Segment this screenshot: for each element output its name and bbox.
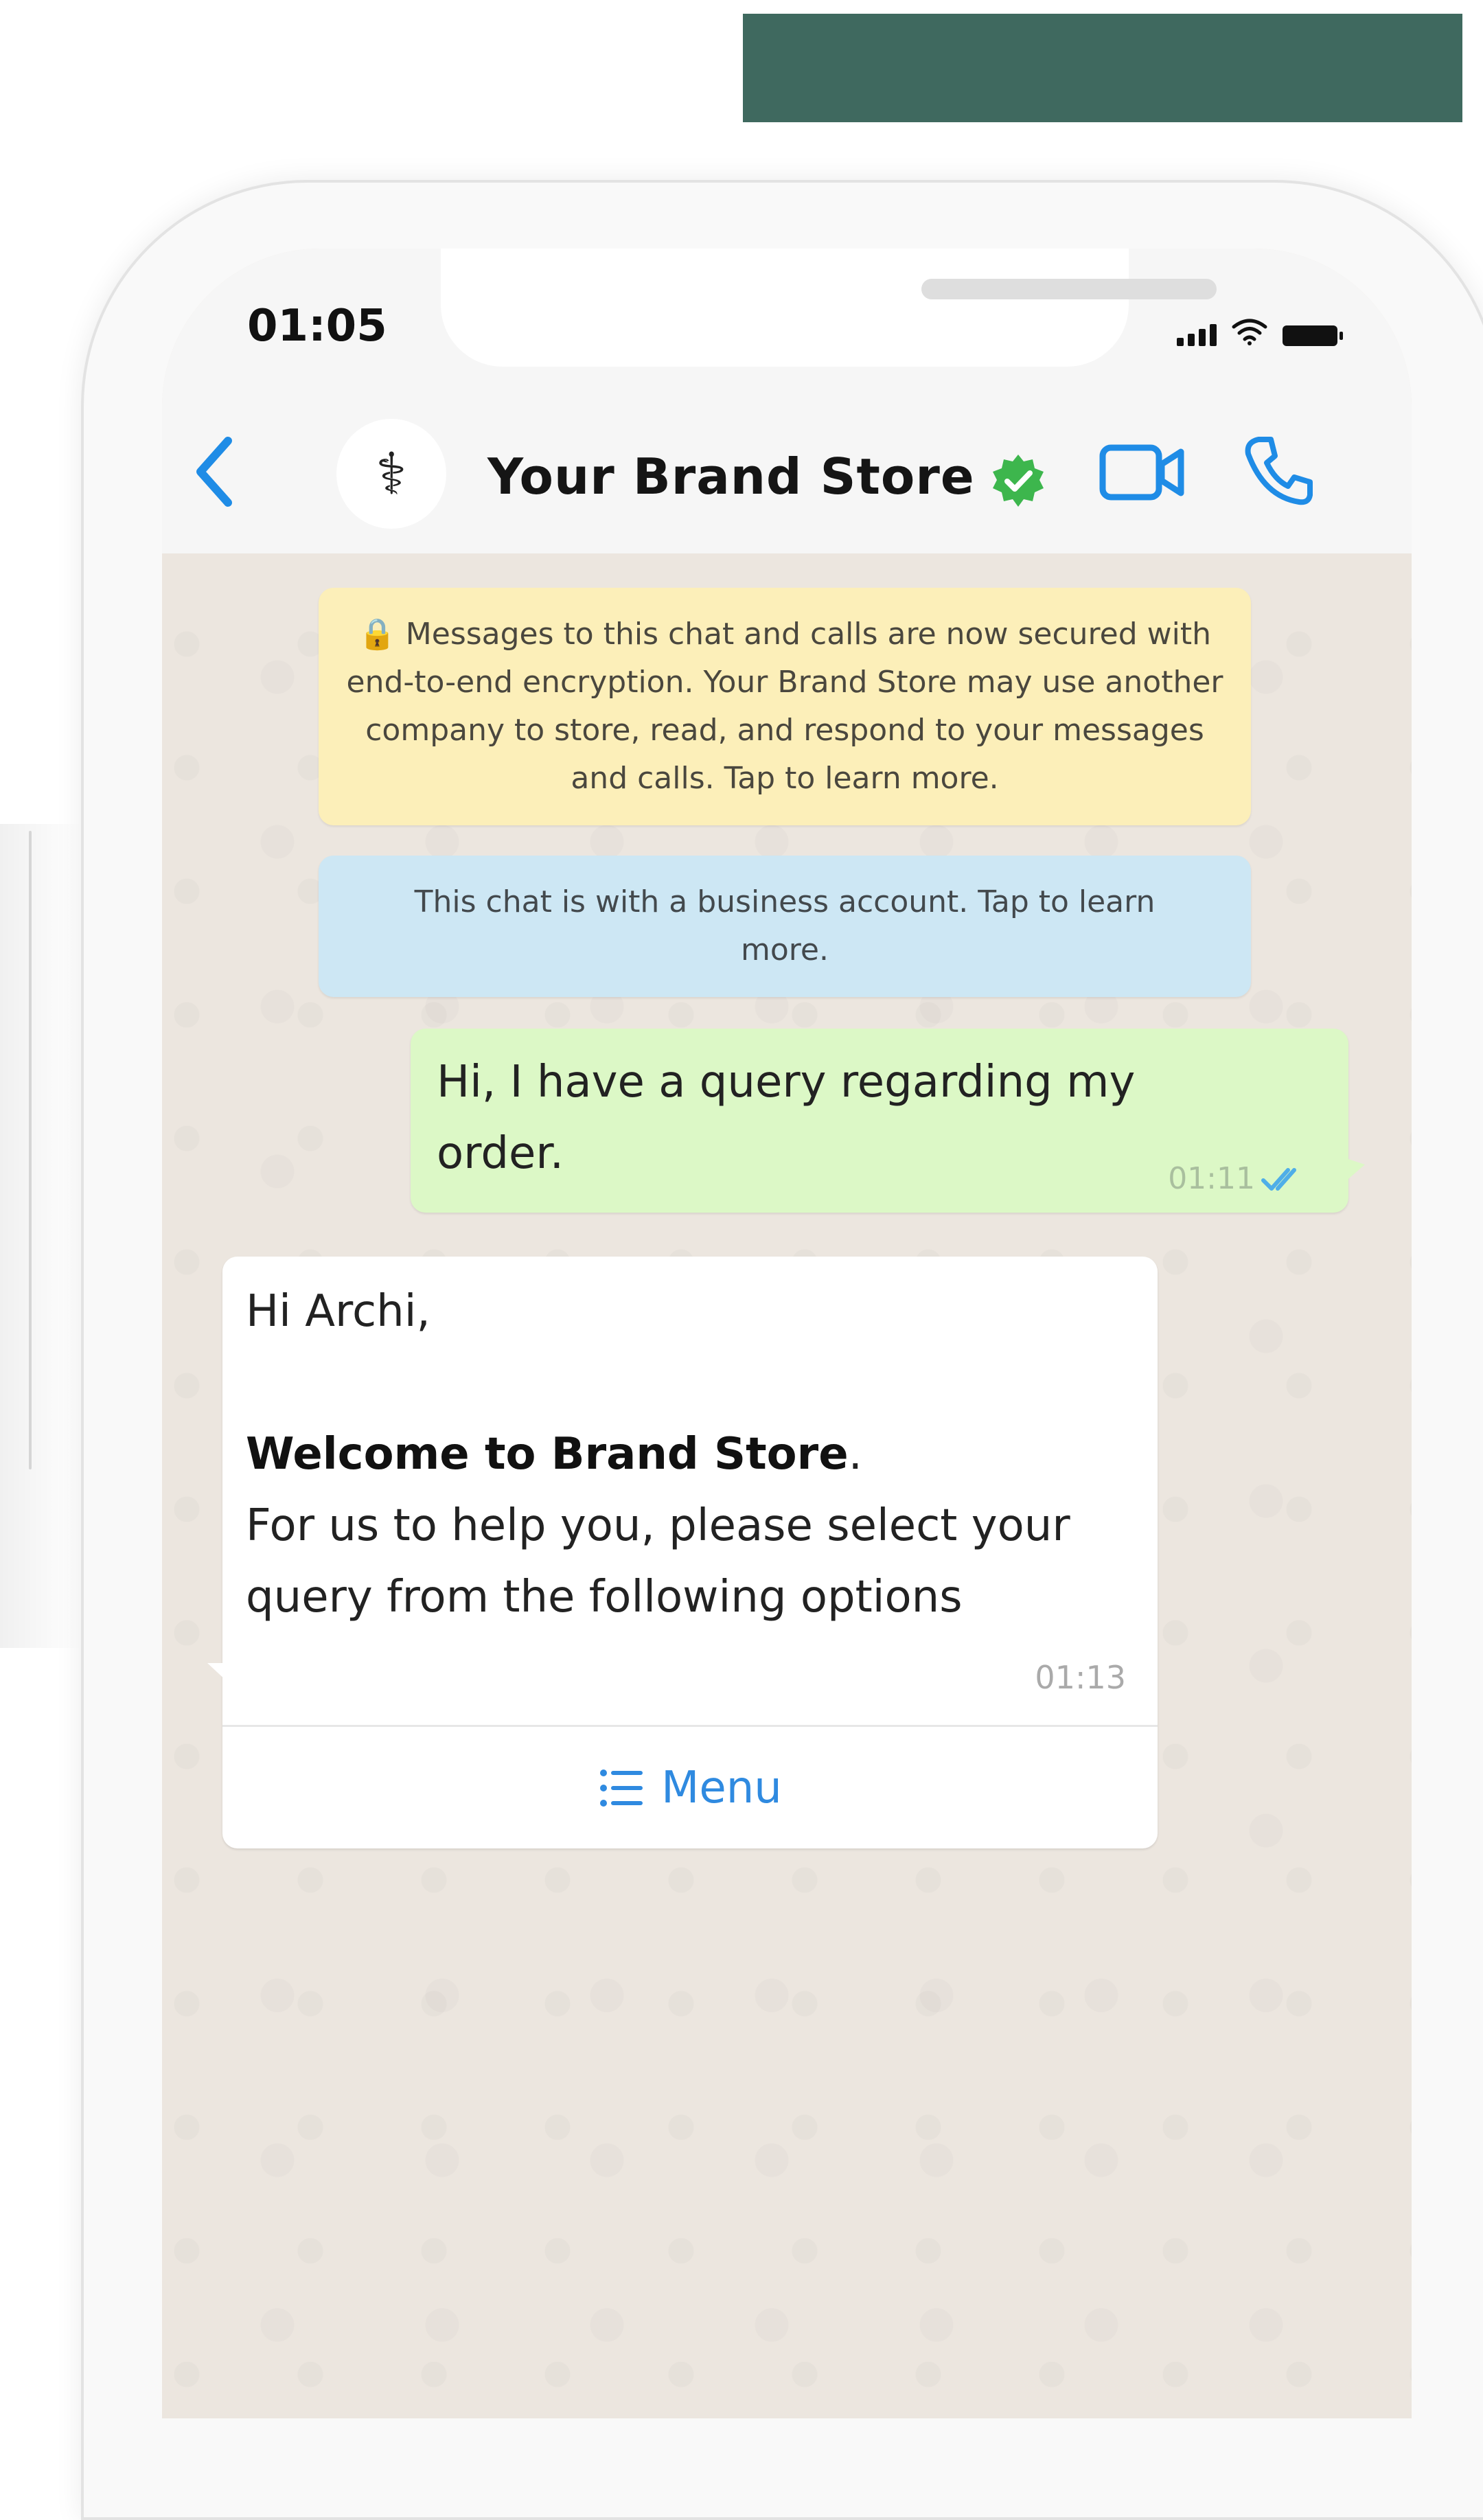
speaker — [921, 279, 1217, 299]
incoming-message[interactable]: Hi Archi, Welcome to Brand Store. For us… — [207, 1257, 1158, 1848]
verified-badge-icon — [993, 455, 1044, 507]
welcome-period: . — [848, 1429, 862, 1480]
incoming-greeting: Hi Archi, — [246, 1286, 430, 1337]
outgoing-message-meta: 01:11 — [1168, 1161, 1309, 1196]
status-time: 01:05 — [247, 301, 387, 352]
menu-button[interactable]: Menu — [222, 1728, 1158, 1848]
contact-name[interactable]: Your Brand Store — [487, 448, 975, 505]
outgoing-message[interactable]: Hi, I have a query regarding my order. 0… — [411, 1029, 1365, 1213]
side-shadow — [0, 824, 82, 1648]
double-check-icon — [1261, 1167, 1296, 1191]
incoming-body: For us to help you, please select your q… — [246, 1500, 1070, 1623]
side-edge — [29, 831, 32, 1469]
phone-notch — [441, 249, 1217, 367]
encryption-notice-text: 🔒 Messages to this chat and calls are no… — [346, 617, 1223, 796]
business-account-notice[interactable]: This chat is with a business account. Ta… — [319, 856, 1251, 997]
brand-logo-icon[interactable]: ⚕ — [336, 419, 446, 529]
encryption-notice[interactable]: 🔒 Messages to this chat and calls are no… — [319, 588, 1251, 825]
incoming-message-content: Hi Archi, Welcome to Brand Store. For us… — [246, 1276, 1131, 1633]
signal-icon — [1177, 324, 1217, 346]
video-call-icon[interactable] — [1097, 438, 1186, 507]
status-icons — [1177, 319, 1343, 346]
outgoing-message-time: 01:11 — [1168, 1161, 1255, 1196]
list-icon — [600, 1769, 643, 1807]
welcome-line: Welcome to Brand Store. — [246, 1419, 1131, 1490]
chat-header: 01:05 ⚕ Your Brand Store — [162, 249, 1412, 553]
incoming-message-time: 01:13 — [1035, 1659, 1126, 1696]
battery-icon — [1283, 325, 1343, 346]
message-divider — [222, 1725, 1158, 1727]
outgoing-message-text: Hi, I have a query regarding my order. — [437, 1057, 1136, 1179]
chat-screen: 01:05 ⚕ Your Brand Store 🔒 Messages to t… — [162, 249, 1412, 2418]
business-account-notice-text: This chat is with a business account. Ta… — [414, 884, 1156, 967]
top-banner — [743, 14, 1462, 122]
welcome-bold-text: Welcome to Brand Store — [246, 1429, 849, 1480]
menu-label: Menu — [661, 1763, 782, 1813]
phone-icon[interactable] — [1241, 433, 1317, 508]
chevron-left-icon[interactable] — [189, 434, 238, 509]
wifi-icon — [1232, 319, 1267, 345]
